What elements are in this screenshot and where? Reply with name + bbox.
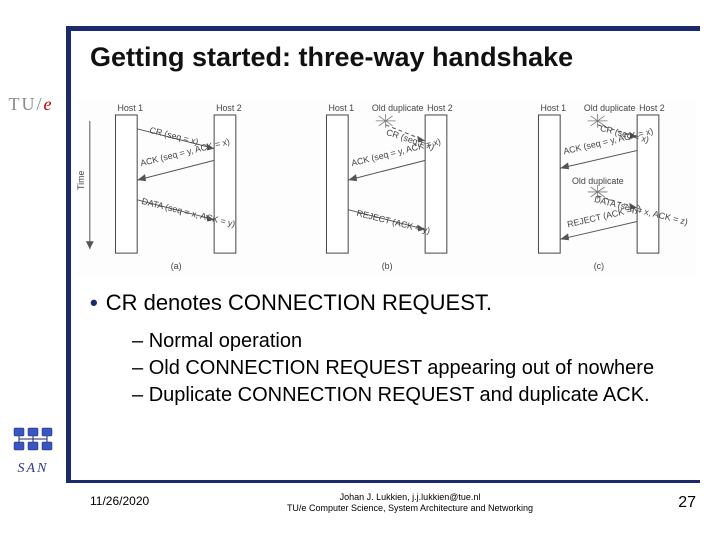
svg-text:Host 2: Host 2 [216,103,242,113]
svg-text:Old duplicate: Old duplicate [572,176,624,186]
brand-accent: e [44,94,54,114]
handshake-figure: Host 1 Host 2 Time CR (seq = x) ACK (seq… [76,100,696,275]
panel-b: Host 1 Host 2 Old duplicate CR (seq = x)… [287,100,484,275]
svg-text:Old duplicate: Old duplicate [372,103,424,113]
svg-text:Host 1: Host 1 [117,103,143,113]
bullet-l2-c: – Duplicate CONNECTION REQUEST and dupli… [132,382,690,409]
footer-date: 11/26/2020 [90,494,149,508]
body-text: •CR denotes CONNECTION REQUEST. – Normal… [90,290,690,409]
san-label: SAN [4,461,62,477]
footer: 11/26/2020 Johan J. Lukkien, j.j.lukkien… [0,490,720,530]
brand-text: TU/ [9,94,44,114]
svg-text:(c): (c) [593,261,603,271]
footer-credits: Johan J. Lukkien, j.j.lukkien@tue.nl TU/… [190,492,630,514]
svg-text:Host 1: Host 1 [540,103,566,113]
san-logo: SAN [4,424,62,477]
svg-text:Host 1: Host 1 [329,103,355,113]
svg-text:Host 2: Host 2 [639,103,665,113]
svg-text:REJECT (ACK = y): REJECT (ACK = y) [566,203,642,230]
svg-text:REJECT (ACK = y): REJECT (ACK = y) [356,208,432,236]
panel-c: Host 1 Host 2 Old duplicate CR (seq = x)… [499,100,696,275]
svg-text:(b): (b) [382,261,393,271]
brand-logo: TU/e [0,94,62,115]
svg-text:Time: Time [76,171,86,190]
page-number: 27 [678,494,696,512]
l1-text: CR denotes CONNECTION REQUEST. [106,290,492,315]
svg-text:Host 2: Host 2 [427,103,453,113]
panel-a: Host 1 Host 2 Time CR (seq = x) ACK (seq… [76,100,273,275]
left-rule [66,26,71,483]
bottom-rule [66,480,700,483]
slide-title: Getting started: three-way handshake [90,42,700,73]
svg-text:CR (seq = x): CR (seq = x) [149,125,200,147]
svg-text:Old duplicate: Old duplicate [584,103,636,113]
bullet-l2-b: – Old CONNECTION REQUEST appearing out o… [132,355,690,382]
slide: TU/e Getting started: three-way handshak… [0,0,720,540]
bullet-l2-a: – Normal operation [132,328,690,355]
bullet-l1: •CR denotes CONNECTION REQUEST. [90,290,690,316]
svg-text:(a): (a) [171,261,182,271]
top-rule [66,26,700,31]
